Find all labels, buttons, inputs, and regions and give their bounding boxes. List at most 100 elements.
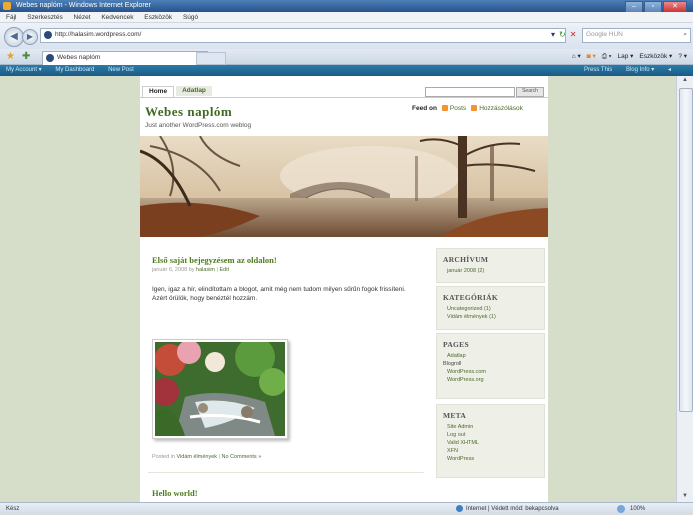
tab-webes-naplom[interactable]: Webes naplóm [42,51,208,65]
feed-posts-link[interactable]: Posts [441,105,467,112]
widget-archive: Archívum január 2008 (2) [436,248,545,283]
search-placeholder: Google HUN [586,31,623,38]
status-text: Kész [6,506,20,512]
globe-icon [456,504,463,512]
post-title[interactable]: Hello world! [152,488,198,498]
search-icon[interactable]: ⌕ [683,29,687,41]
new-tab-button[interactable] [196,52,226,65]
tools-menu[interactable]: Eszközök ▾ [639,51,672,63]
back-button[interactable]: ◀ [4,27,24,47]
feed-posts-label: Posts [449,105,467,112]
scroll-down-arrow-icon[interactable]: ▼ [680,493,690,501]
page-link[interactable]: Adatlap [447,352,544,360]
meta-link[interactable]: XFN [447,447,544,455]
widget-heading: Archívum [443,255,489,264]
scrollbar-thumb[interactable] [679,88,693,412]
blogroll-link[interactable]: WordPress.org [447,376,544,384]
menu-bar: Fájl Szerkesztés Nézet Kedvencek Eszközö… [0,12,693,23]
post-divider [148,472,424,473]
blogroll-heading: Blogroll [443,361,462,367]
category-link[interactable]: Vidám élmények (1) [447,313,544,321]
header-image [140,136,548,237]
archive-link[interactable]: január 2008 (2) [447,267,544,275]
post-footer: Posted in Vidám élmények | No Comments » [152,454,262,460]
my-dashboard-link[interactable]: My Dashboard [55,67,94,73]
ie-icon [3,2,11,10]
rss-icon [441,105,448,112]
menu-tools[interactable]: Eszközök [144,14,172,21]
blog-search-input[interactable] [425,87,515,97]
feed-comments-link[interactable]: Hozzászólások [471,105,523,112]
post-category-link[interactable]: Vidám élmények [176,454,217,460]
blog-search-button[interactable]: Search [516,87,544,97]
search-input[interactable]: Google HUN ⌕ [582,28,691,43]
tab-site-icon [46,54,54,62]
zoom-icon [617,505,625,513]
category-link[interactable]: Uncategorized (1) [447,305,544,313]
post-title[interactable]: Első saját bejegyzésem az oldalon! [152,255,277,265]
menu-view[interactable]: Nézet [74,14,91,21]
post-meta: január 6, 2008 by halasim | Edit [152,267,229,273]
status-bar: Kész Internet | Védett mód: bekapcsolva … [0,502,693,514]
widget-categories: Kategóriák Uncategorized (1) Vidám élmén… [436,286,545,330]
widget-heading: Meta [443,411,467,420]
zone-label: Internet | Védett mód: bekapcsolva [466,506,559,512]
address-row: ◀ ▶ http://halasim.wordpress.com/ ▾ ↻ ✕ … [0,23,693,49]
blog-content: Home Adatlap Search Webes naplóm Just an… [140,76,548,502]
post-edit-link[interactable]: Edit [220,267,229,273]
zoom-level[interactable]: 100% [630,503,645,515]
rss-icon [471,105,478,112]
post-comments-link[interactable]: No Comments » [222,454,262,460]
add-favorite-icon[interactable]: ✚ [22,51,30,63]
home-icon[interactable]: ⌂ ▾ [572,51,581,63]
nav-home[interactable]: Home [142,86,175,97]
window-titlebar: Webes naplóm - Windows Internet Explorer… [0,0,693,13]
post-date: január 6, 2008 by [152,267,195,273]
widget-meta: Meta Site Admin Log out Valid XHTML XFN … [436,404,545,478]
security-zone[interactable]: Internet | Védett mód: bekapcsolva [456,503,559,515]
meta-link[interactable]: Valid XHTML [447,439,544,447]
favorites-star-icon[interactable]: ★ [6,51,15,63]
menu-favorites[interactable]: Kedvencek [101,14,133,21]
menu-help[interactable]: Súgó [183,14,198,21]
nav-divider [140,97,548,98]
post-body: Igen, igaz a hír, elindítottam a blogot,… [152,286,406,302]
new-post-link[interactable]: New Post [108,67,134,73]
nav-adatlap[interactable]: Adatlap [176,86,212,96]
blog-nav: Home Adatlap [142,86,212,97]
forward-button[interactable]: ▶ [22,29,38,45]
page-viewport: Home Adatlap Search Webes naplóm Just an… [0,76,676,502]
press-this-link[interactable]: Press This [584,67,612,73]
stop-icon[interactable]: ✕ [570,28,577,41]
my-account-link[interactable]: My Account ▾ [6,67,42,73]
dropdown-icon[interactable]: ▾ [551,28,555,41]
blog-title[interactable]: Webes naplóm [145,104,232,120]
widget-heading: Kategóriák [443,293,498,302]
scroll-up-arrow-icon[interactable]: ▲ [680,77,690,85]
tab-row: ★ ✚ Webes naplóm ⌂ ▾ ◙ ▾ ⎙ ▾ Lap ▾ Eszkö… [0,49,693,65]
window-controls: – ▫ ✕ [625,1,687,13]
blog-info-link[interactable]: Blog Info ▾ [626,67,654,73]
wp-admin-bar: My Account ▾ My Dashboard New Post Press… [0,65,693,76]
address-tools: ▾ ↻ ✕ [551,28,576,41]
address-bar[interactable]: http://halasim.wordpress.com/ [40,28,566,43]
refresh-icon[interactable]: ↻ [559,28,566,41]
post-author-link[interactable]: halasim [196,267,215,273]
feeds-icon[interactable]: ◙ ▾ [587,51,596,63]
menu-file[interactable]: Fájl [6,14,16,21]
vertical-scrollbar[interactable]: ▲ ▼ [676,76,693,502]
meta-link[interactable]: WordPress [447,455,544,463]
widget-pages: Pages Adatlap Blogroll WordPress.com Wor… [436,333,545,399]
menu-edit[interactable]: Szerkesztés [27,14,62,21]
wp-arrow-icon[interactable]: ◂ [668,67,671,73]
page-menu[interactable]: Lap ▾ [618,51,634,63]
print-icon[interactable]: ⎙ ▾ [602,51,612,63]
post-footer-prefix: Posted in [152,454,175,460]
post-photo[interactable] [151,337,288,439]
help-icon[interactable]: ? ▾ [678,51,687,63]
meta-link[interactable]: Site Admin [447,423,544,431]
meta-link[interactable]: Log out [447,431,544,439]
feed-comments-label: Hozzászólások [479,105,523,112]
blogroll-link[interactable]: WordPress.com [447,368,544,376]
feed-links: Feed on Posts Hozzászólások [412,105,523,112]
